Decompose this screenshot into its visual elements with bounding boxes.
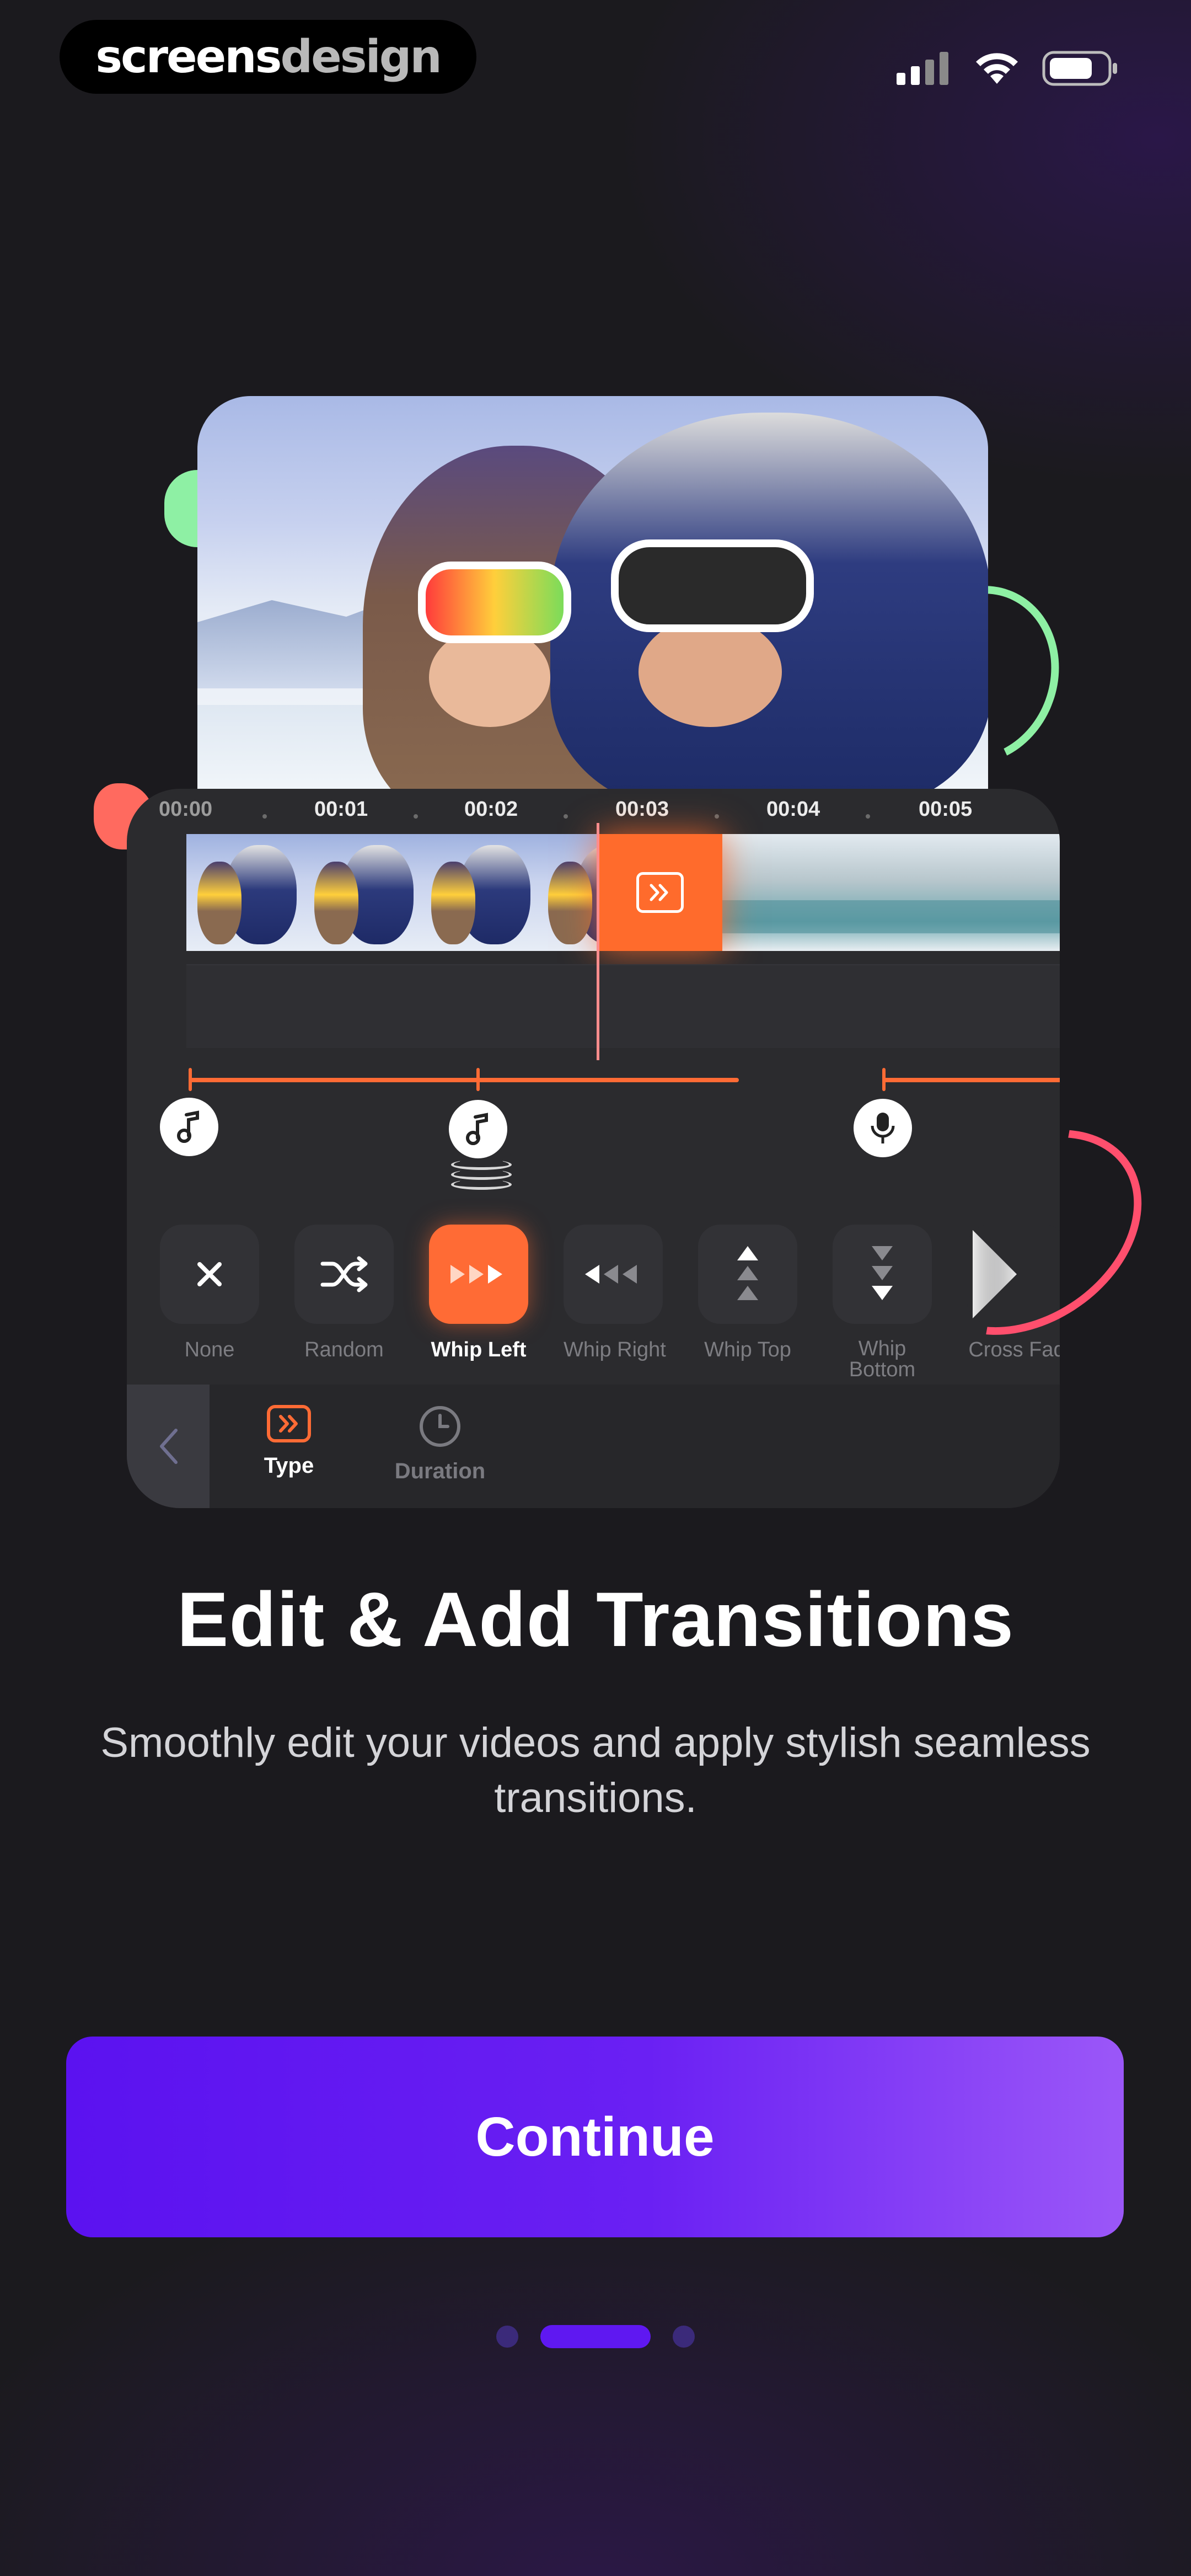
status-bar [897,51,1119,86]
option-label: None [184,1338,235,1361]
tab-label: Duration [394,1459,486,1483]
editor-panel: 00:00 00:01 00:02 00:03 00:04 00:05 None… [127,789,1060,1508]
onboarding-subtitle: Smoothly edit your videos and apply styl… [55,1715,1136,1826]
tab-duration[interactable]: Duration [385,1404,495,1484]
shuffle-icon [320,1256,368,1292]
brand-part2: design [280,30,442,83]
close-icon [197,1262,222,1286]
option-whip-left[interactable]: Whip Left [429,1225,528,1361]
option-random[interactable]: Random [294,1225,394,1361]
preview-photo [197,396,988,793]
timeline-tick: 00:01 [314,798,368,821]
option-whip-top[interactable]: Whip Top [698,1225,797,1361]
brand-part1: screens [95,30,282,83]
transition-marker-button[interactable] [598,834,722,951]
option-label: Whip Top [704,1338,791,1361]
chevron-left-icon [160,1429,178,1464]
arrows-up-icon [737,1246,758,1300]
option-label: Whip Left [431,1338,527,1361]
arrows-down-icon [872,1246,893,1300]
microphone-icon[interactable] [854,1099,912,1157]
empty-track [186,964,1060,1048]
option-label: Random [304,1338,384,1361]
double-chevron-right-icon [636,872,684,913]
brand-badge: screens design [60,20,476,94]
clock-icon [420,1406,460,1447]
transition-type-icon [267,1405,311,1442]
page-dot-active[interactable] [540,2325,651,2348]
continue-button[interactable]: Continue [66,2037,1124,2237]
music-note-stack-icon[interactable] [449,1100,507,1158]
timeline-tick: 00:02 [464,798,518,821]
tab-label: Type [264,1453,314,1478]
audio-track-line [476,1078,739,1082]
editor-bottom-bar: Type Duration [127,1385,1060,1508]
onboarding-title: Edit & Add Transitions [177,1576,1014,1663]
option-whip-right[interactable]: Whip Right [564,1225,666,1361]
timeline-tick: 00:04 [766,798,820,821]
rewind-icon [585,1265,637,1284]
option-label: Whip Bottom [849,1337,916,1381]
timeline-tick: 00:05 [919,798,973,821]
battery-icon [1042,51,1117,86]
page-dot[interactable] [673,2326,695,2348]
playhead[interactable] [597,823,599,1060]
subtitle-line-2: transitions. [494,1775,697,1821]
option-label: Whip Right [564,1338,666,1361]
option-none[interactable]: None [160,1225,259,1361]
fast-forward-icon [450,1265,502,1284]
page-dot[interactable] [496,2326,518,2348]
option-label: Cross Fad [968,1338,1060,1361]
signal-bars-icon [897,52,948,85]
timeline-tick: 00:03 [615,798,669,821]
page-indicator [0,2325,1191,2348]
timeline-ruler: 00:00 00:01 00:02 00:03 00:04 00:05 [127,798,1060,836]
back-button[interactable] [127,1385,210,1508]
music-note-icon[interactable] [160,1098,218,1156]
subtitle-line-1: Smoothly edit your videos and apply styl… [100,1719,1091,1766]
tab-type[interactable]: Type [234,1404,344,1478]
timeline-tick: 00:00 [159,798,213,821]
voice-track-line [882,1078,1060,1082]
wifi-icon [976,53,1018,84]
